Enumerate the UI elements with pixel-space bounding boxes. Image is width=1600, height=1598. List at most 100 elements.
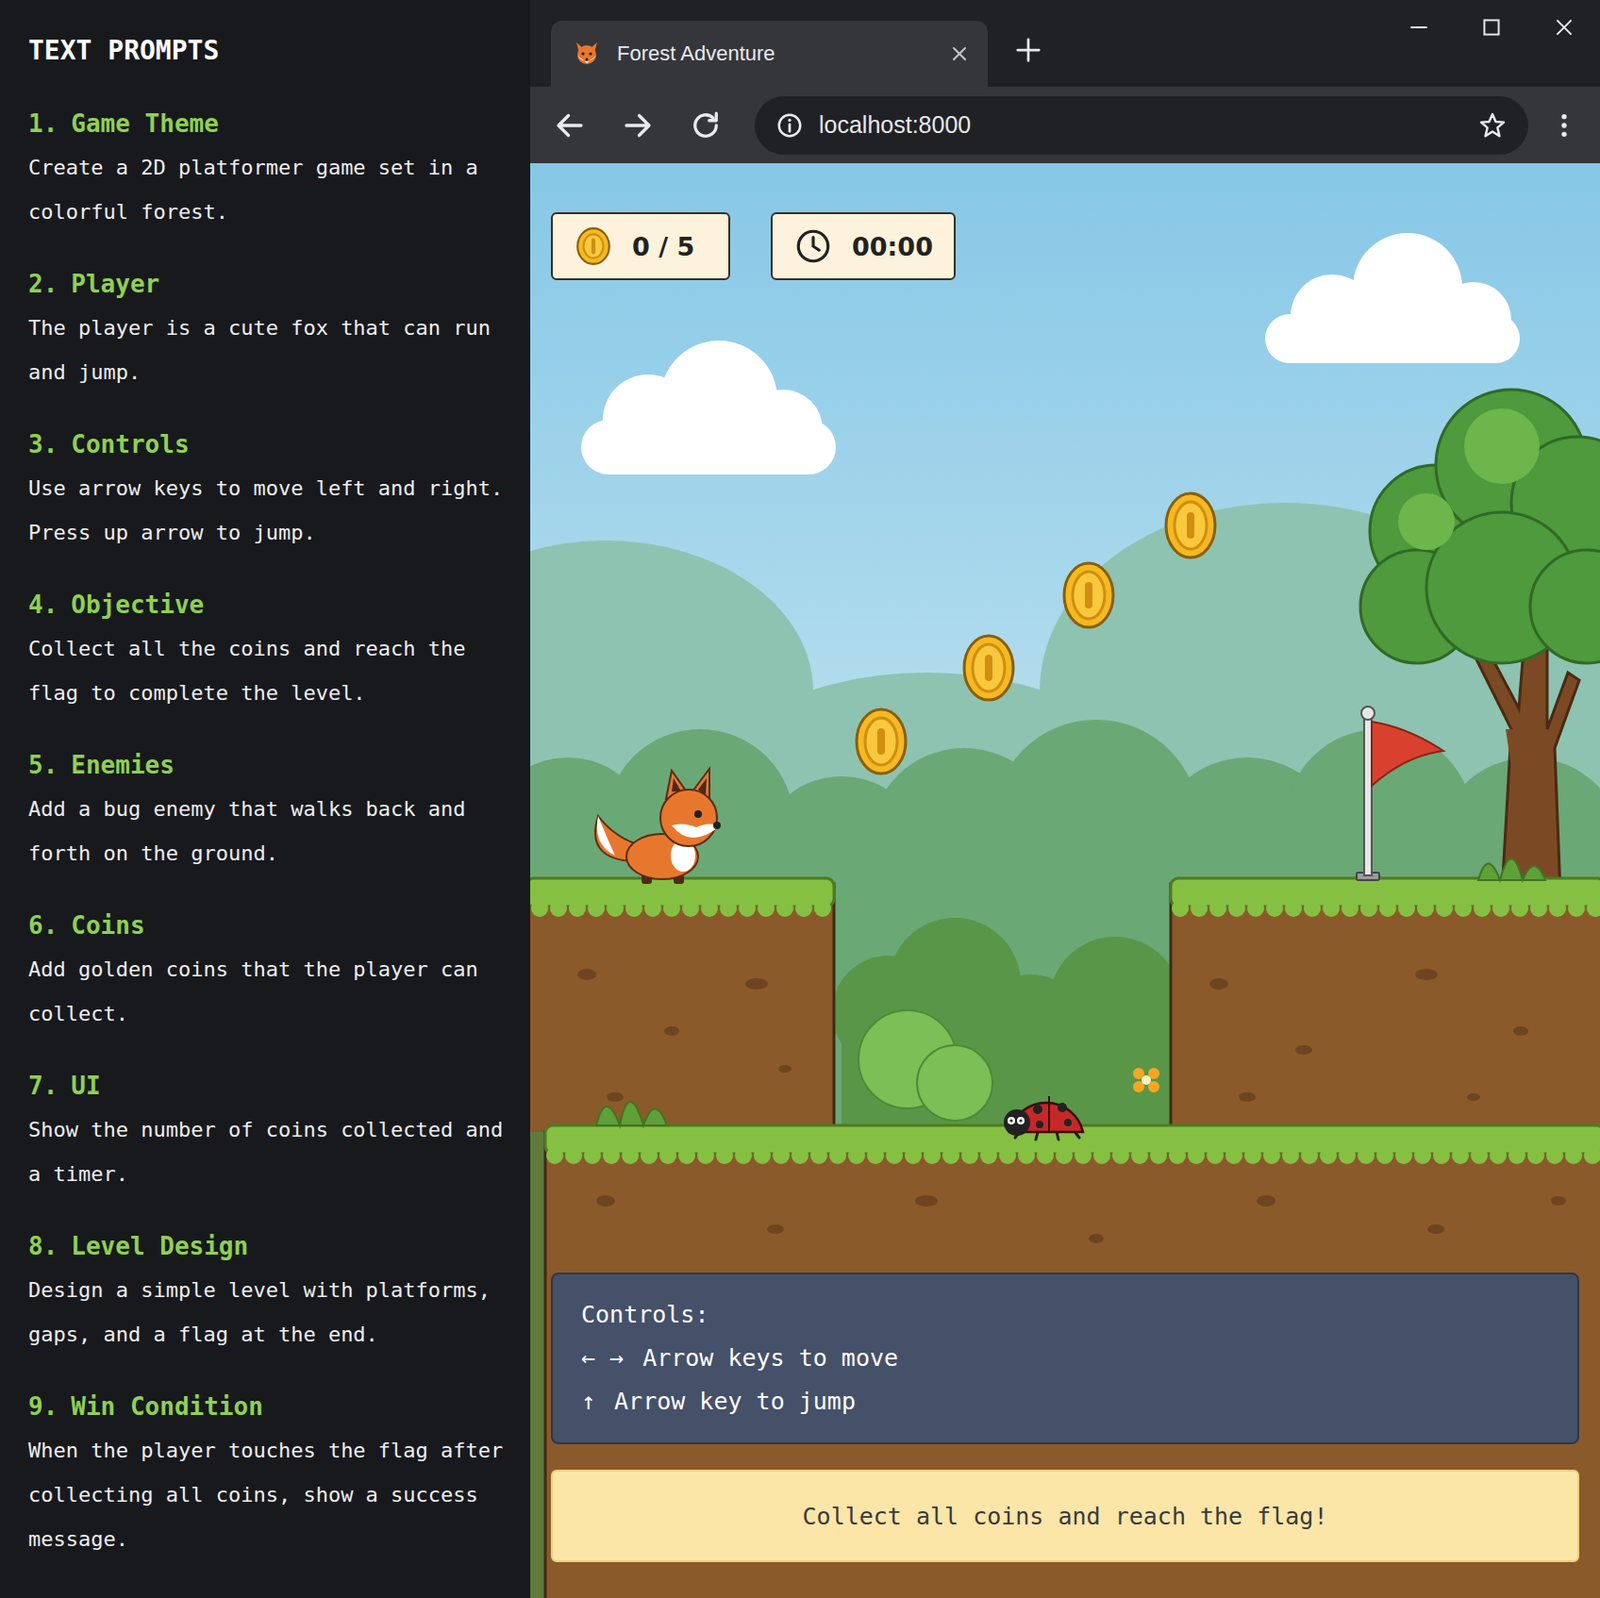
prompt-heading-text: Level Design	[70, 1230, 249, 1263]
title-bar: Forest Adventure	[530, 0, 1600, 87]
hud: 0 / 5 00:00	[550, 212, 1580, 281]
ladybug-enemy	[1003, 1096, 1084, 1140]
minimize-button[interactable]	[1382, 0, 1455, 55]
prompt-heading-text: Player	[70, 267, 160, 300]
prompt-heading: 4. Objective	[28, 588, 512, 621]
controls-text: Arrow key to jump	[614, 1380, 856, 1424]
address-bar[interactable]: localhost:8000	[754, 96, 1529, 155]
prompts-panel: TEXT PROMPTS 1.Game Theme Create a 2D plat…	[0, 0, 531, 1598]
near-bushes	[832, 917, 1182, 1145]
controls-row: ← →Arrow keys to move	[581, 1336, 1550, 1381]
maximize-icon	[1479, 15, 1504, 40]
coin-counter: 0 / 5	[550, 212, 731, 281]
controls-row: ↑ Arrow key to jump	[581, 1380, 1550, 1424]
minimize-icon	[1406, 15, 1432, 40]
prompt-text: Use arrow keys to move left and right. P…	[28, 466, 512, 555]
prompt-heading: 8. Level Design	[28, 1230, 512, 1263]
key-arrows: ← →	[581, 1336, 624, 1381]
prompt-text: Add a bug enemy that walks back and fort…	[28, 786, 512, 876]
mid-bushes	[530, 719, 1600, 1220]
prompt-item: 8. Level Design Design a simple level with…	[28, 1230, 512, 1357]
window-controls	[1382, 0, 1600, 55]
prompt-heading-text: Enemies	[70, 749, 175, 782]
new-tab-icon[interactable]	[1014, 35, 1043, 65]
ground	[530, 1125, 1600, 1598]
status-message: Collect all coins and reach the flag!	[550, 1469, 1580, 1563]
reload-icon[interactable]	[688, 108, 723, 143]
grass-edges	[531, 900, 1600, 1165]
back-arrow-icon[interactable]	[552, 108, 587, 143]
controls-title: Controls:	[581, 1293, 1550, 1337]
browser-toolbar: localhost:8000	[530, 86, 1600, 164]
prompt-item: 1.Game Theme Create a 2D platformer game …	[28, 107, 512, 234]
maximize-button[interactable]	[1454, 0, 1528, 55]
prompt-heading: 1.Game Theme	[28, 107, 512, 140]
prompt-heading: 6.Coins	[28, 909, 512, 942]
prompt-heading: 5. Enemies	[28, 749, 512, 782]
prompt-text: Add golden coins that the player can col…	[28, 947, 512, 1036]
prompt-number: 6.	[28, 909, 58, 942]
prompt-item: 2.PlayerThe player is a cute fox that ca…	[28, 267, 512, 395]
prompt-heading: 2. Player	[28, 267, 512, 300]
far-hills	[530, 465, 1600, 1239]
cloud	[581, 340, 836, 475]
prompt-heading-text: Game Theme	[70, 107, 219, 140]
prompt-heading-text: Controls	[70, 428, 189, 461]
key-arrows: ↑	[581, 1380, 596, 1424]
coin-count: 0 / 5	[632, 232, 695, 262]
prompt-item: 7. UI Show the number of coins collected a…	[28, 1069, 512, 1197]
coin	[964, 635, 1014, 700]
prompt-item: 5. Enemies Add a bug enemy that walks back…	[28, 749, 512, 876]
prompt-text: Show the number of coins collected and a…	[28, 1107, 512, 1197]
dirt-spots	[577, 968, 1567, 1244]
info-icon[interactable]	[775, 111, 804, 140]
coin	[1064, 563, 1114, 628]
prompt-text: When the player touches the flag after c…	[28, 1428, 512, 1562]
address-text: localhost:8000	[818, 111, 971, 139]
close-window-button[interactable]	[1527, 0, 1600, 55]
left-platform	[530, 878, 834, 1167]
goal-flag	[1356, 706, 1444, 881]
prompt-item: 9. Win Condition When the player touches t…	[28, 1390, 512, 1562]
browser-tab[interactable]: Forest Adventure	[550, 20, 988, 87]
tab-title: Forest Adventure	[616, 41, 935, 67]
bookmark-star-icon[interactable]	[1477, 110, 1508, 141]
prompt-text: Design a simple level with platforms, ga…	[28, 1267, 512, 1357]
prompt-heading: 9. Win Condition	[28, 1390, 512, 1423]
prompt-heading: 7. UI	[28, 1069, 512, 1102]
fox-favicon-icon	[571, 38, 602, 69]
grass-tuft	[596, 859, 1546, 1127]
close-icon	[1551, 15, 1577, 40]
tree	[1360, 389, 1600, 895]
prompt-number: 9.	[28, 1390, 58, 1423]
prompt-number: 8.	[28, 1230, 58, 1263]
menu-dots-icon[interactable]	[1549, 110, 1580, 141]
flower	[1133, 1067, 1160, 1093]
prompt-number: 2.	[28, 267, 58, 300]
prompt-heading-text: UI	[70, 1069, 100, 1102]
prompt-number: 7.	[28, 1069, 58, 1102]
clock-icon	[793, 226, 834, 267]
coin	[856, 709, 906, 774]
timer: 00:00	[770, 212, 956, 281]
prompts-title: TEXT PROMPTS	[28, 32, 512, 70]
timer-value: 00:00	[851, 232, 934, 262]
coin	[1166, 493, 1216, 558]
prompt-text: Collect all the coins and reach the flag…	[28, 626, 512, 716]
desktop: TEXT PROMPTS 1.Game Theme Create a 2D plat…	[0, 0, 1600, 1598]
coin-icon	[573, 226, 614, 267]
prompt-number: 5.	[28, 749, 58, 782]
prompt-heading: 3. Controls	[28, 428, 512, 461]
prompt-item: 4. Objective Collect all the coins and rea…	[28, 588, 512, 716]
prompt-item: 6.Coins Add golden coins that the player …	[28, 909, 512, 1036]
forward-arrow-icon[interactable]	[620, 108, 655, 143]
prompt-heading-text: Win Condition	[70, 1390, 264, 1423]
game-canvas[interactable]: 0 / 5 00:00 Controls:← →Arrow keys to move…	[530, 163, 1600, 1598]
browser-window: Forest Adventure localhost:8000 0 / 5 00:00…	[530, 0, 1600, 1598]
close-tab-icon[interactable]	[950, 44, 969, 64]
cloud	[1265, 233, 1520, 364]
prompt-number: 3.	[28, 428, 58, 461]
prompt-heading-text: Objective	[70, 588, 204, 621]
prompt-number: 4.	[28, 588, 58, 621]
prompt-text: Create a 2D platformer game set in a col…	[28, 145, 512, 234]
